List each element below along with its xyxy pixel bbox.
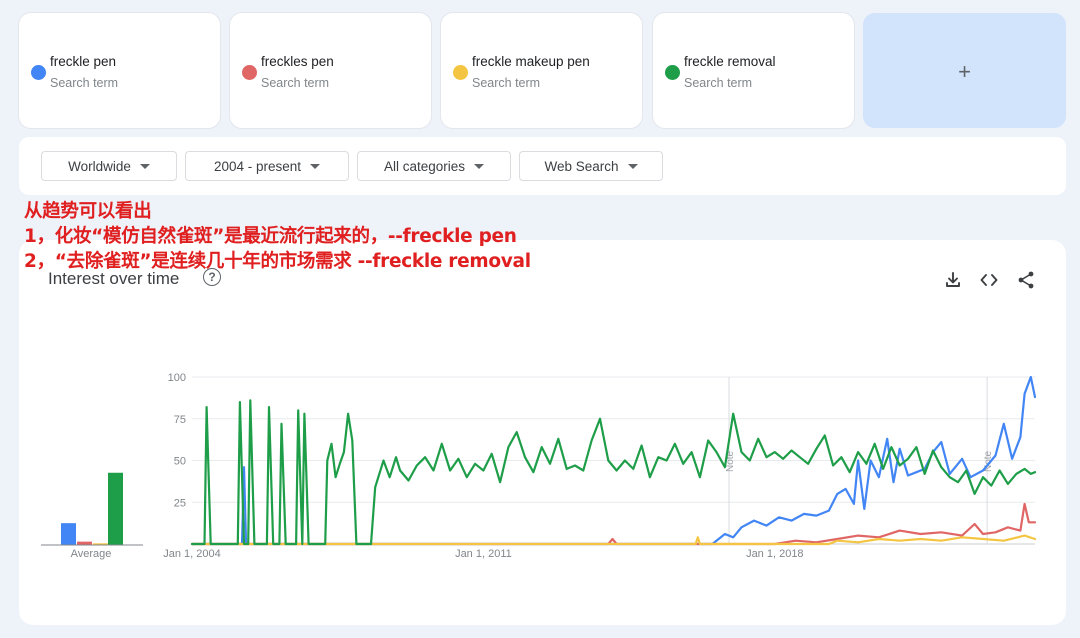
annotation-line-2: 1，化妆“模仿自然雀斑”是最近流行起来的，--freckle pen bbox=[24, 226, 517, 247]
average-label: Average bbox=[71, 548, 112, 560]
y-tick-label: 75 bbox=[174, 414, 186, 426]
annotation-line-1: 从趋势可以看出 bbox=[24, 201, 152, 222]
y-tick-label: 100 bbox=[168, 372, 186, 384]
y-tick-label: 50 bbox=[174, 456, 186, 468]
average-bar bbox=[108, 472, 123, 545]
annotation-line-3: 2，“去除雀斑”是连续几十年的市场需求 --freckle removal bbox=[24, 251, 531, 272]
average-bar bbox=[61, 523, 76, 545]
interest-chart: 100755025Note NoteJan 1, 2004 Jan 1, 2011 J… bbox=[41, 372, 1037, 560]
average-bar bbox=[77, 541, 92, 545]
series-line-4 bbox=[190, 399, 1037, 546]
y-tick-label: 25 bbox=[174, 497, 186, 509]
x-tick-label: Jan 1, 2011 bbox=[455, 548, 512, 560]
series-line-2 bbox=[190, 502, 1037, 546]
x-tick-label: Jan 1, 2018 bbox=[746, 548, 804, 560]
x-tick-label: Jan 1, 2004 bbox=[163, 548, 221, 560]
